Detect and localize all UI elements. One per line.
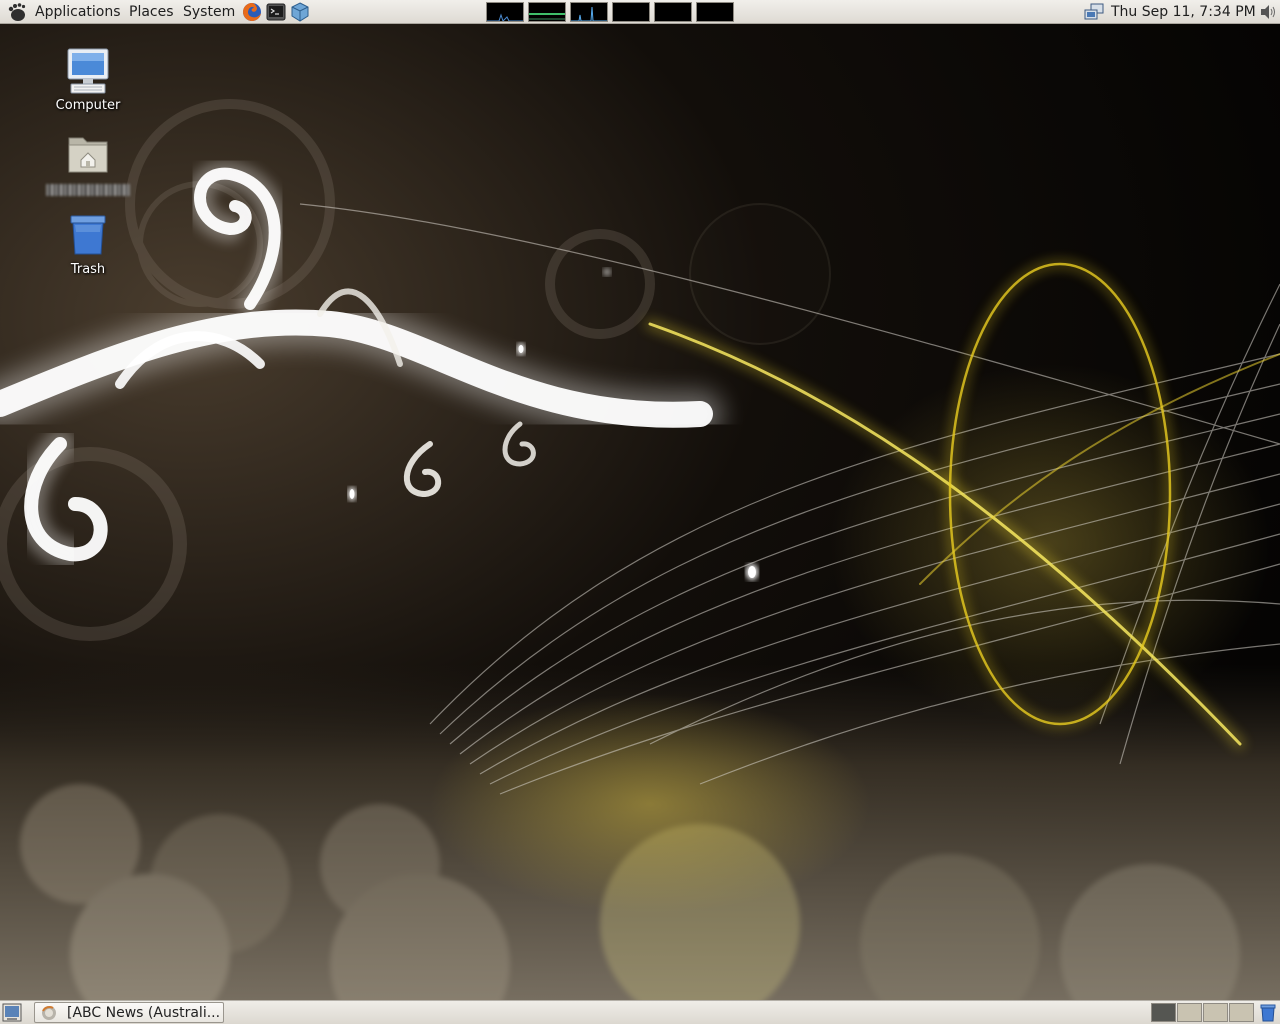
system-menu[interactable]: System (183, 3, 235, 21)
disk-monitor[interactable] (696, 2, 734, 22)
cpu-monitor[interactable] (486, 2, 524, 22)
trash-desktop-icon[interactable]: Trash (38, 210, 138, 277)
taskbar-item-label: [ABC News (Australi... (67, 1005, 221, 1021)
terminal-icon[interactable] (265, 1, 287, 23)
places-menu[interactable]: Places (129, 3, 174, 21)
top-panel: Applications Places System Thu Sep 11, 7… (0, 0, 1280, 24)
taskbar-item-firefox[interactable]: [ABC News (Australi... (34, 1002, 224, 1023)
network-icon[interactable] (1083, 2, 1105, 22)
home-folder-icon (68, 137, 108, 173)
trash-label: Trash (70, 262, 106, 277)
virtualbox-icon[interactable] (289, 1, 311, 23)
gnome-foot-icon[interactable] (6, 2, 28, 22)
show-desktop-icon[interactable] (2, 1003, 22, 1022)
workspace-2[interactable] (1177, 1003, 1202, 1022)
swap-monitor[interactable] (612, 2, 650, 22)
load-monitor[interactable] (654, 2, 692, 22)
applications-menu[interactable]: Applications (35, 3, 121, 21)
home-folder-desktop-icon[interactable] (38, 130, 138, 200)
trash-icon (70, 215, 106, 255)
computer-icon (67, 48, 109, 94)
workspace-3[interactable] (1203, 1003, 1228, 1022)
firefox-icon (42, 1006, 56, 1020)
workspace-1[interactable] (1151, 1003, 1176, 1022)
network-monitor[interactable] (570, 2, 608, 22)
clock[interactable]: Thu Sep 11, 7:34 PM (1111, 3, 1256, 21)
computer-label: Computer (55, 98, 121, 113)
firefox-icon[interactable] (241, 1, 263, 23)
bottom-panel: [ABC News (Australi... (0, 1000, 1280, 1024)
volume-icon[interactable] (1258, 2, 1278, 22)
memory-monitor[interactable] (528, 2, 566, 22)
workspace-4[interactable] (1229, 1003, 1254, 1022)
computer-desktop-icon[interactable]: Computer (38, 46, 138, 113)
wallpaper (0, 24, 1280, 1000)
trash-applet-icon[interactable] (1258, 1003, 1278, 1023)
home-folder-label-blurred (46, 184, 130, 196)
desktop[interactable]: Computer Trash (0, 24, 1280, 1000)
